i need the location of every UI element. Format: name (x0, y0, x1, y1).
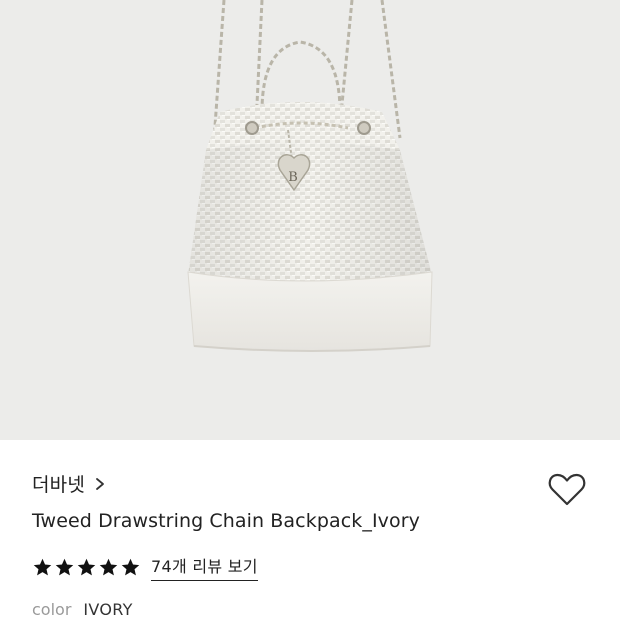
color-label: color (32, 600, 72, 619)
star-rating (32, 557, 141, 578)
wishlist-button[interactable] (546, 470, 588, 510)
star-filled-icon (121, 558, 140, 575)
brand-link[interactable]: 더바넷 (32, 470, 107, 497)
brand-name: 더바넷 (32, 474, 86, 496)
star-filled-icon (77, 558, 96, 575)
product-info: 더바넷 Tweed Drawstring Chain Backpack_Ivor… (0, 440, 620, 620)
heart-outline-icon (548, 473, 586, 506)
color-option: color IVORY (32, 600, 133, 619)
chevron-right-icon (96, 477, 104, 490)
product-title: Tweed Drawstring Chain Backpack_Ivory (32, 510, 421, 532)
product-image[interactable]: B (0, 0, 620, 440)
star-filled-icon (33, 558, 52, 575)
star-filled-icon (99, 558, 118, 575)
chain-handle (260, 40, 342, 113)
star-filled-icon (55, 558, 74, 575)
product-detail-page: B 더바넷 Tweed Drawstring Chain Backpack_Iv… (0, 0, 620, 620)
rating-row: 74개 리뷰 보기 (32, 553, 258, 581)
color-value: IVORY (83, 600, 133, 619)
svg-text:B: B (288, 170, 298, 185)
review-link[interactable]: 74개 리뷰 보기 (151, 553, 258, 581)
bag-illustration: B (187, 0, 433, 352)
